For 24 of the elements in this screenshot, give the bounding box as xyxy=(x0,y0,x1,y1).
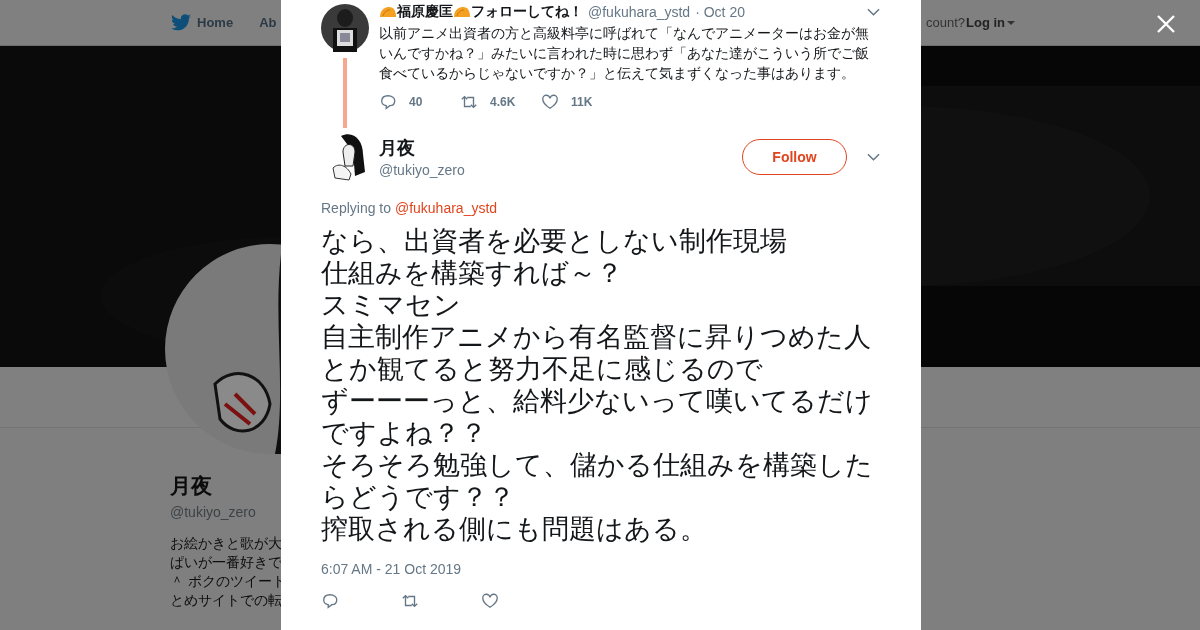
author-name-suffix[interactable]: フォローしてね！ xyxy=(471,3,583,21)
tweet-text-line: そろそろ勉強して、儲かる仕組みを構築したらどうです？？ xyxy=(321,449,874,513)
bio-line: とめサイトでの転 xyxy=(170,592,282,610)
bun-icon xyxy=(453,6,471,18)
nav-link[interactable]: Home xyxy=(197,15,234,30)
bun-icon xyxy=(379,6,397,18)
tweet-text-line: 搾取される側にも問題はある。 xyxy=(321,513,708,545)
caret-icon xyxy=(1007,20,1015,25)
tweet-timestamp: 6:07 AM - 21 Oct 2019 xyxy=(321,561,463,577)
reply-icon[interactable] xyxy=(321,592,339,610)
profile-name: 月夜 xyxy=(170,473,212,499)
tweet-text-line: ずーーーっと、給料少ないって嘆いてるだけですよね？？ xyxy=(321,385,874,449)
profile-handle: @tukiyo_zero xyxy=(170,504,256,520)
tweet-date[interactable]: · Oct 20 xyxy=(695,4,745,20)
author-name[interactable]: 福原慶匡 xyxy=(397,3,453,21)
author-handle[interactable]: @fukuhara_ystd xyxy=(588,4,691,20)
retweet-icon[interactable] xyxy=(401,592,419,610)
bio-line: お絵かきと歌が大 xyxy=(170,535,282,553)
chevron-down-icon[interactable] xyxy=(867,8,880,16)
bio-line: ぱいが一番好きで xyxy=(170,554,282,572)
login-prompt: count? xyxy=(925,15,965,30)
nav-link[interactable]: Ab xyxy=(259,15,277,30)
heart-icon[interactable] xyxy=(481,592,499,610)
login-link[interactable]: Log in xyxy=(966,15,1015,30)
